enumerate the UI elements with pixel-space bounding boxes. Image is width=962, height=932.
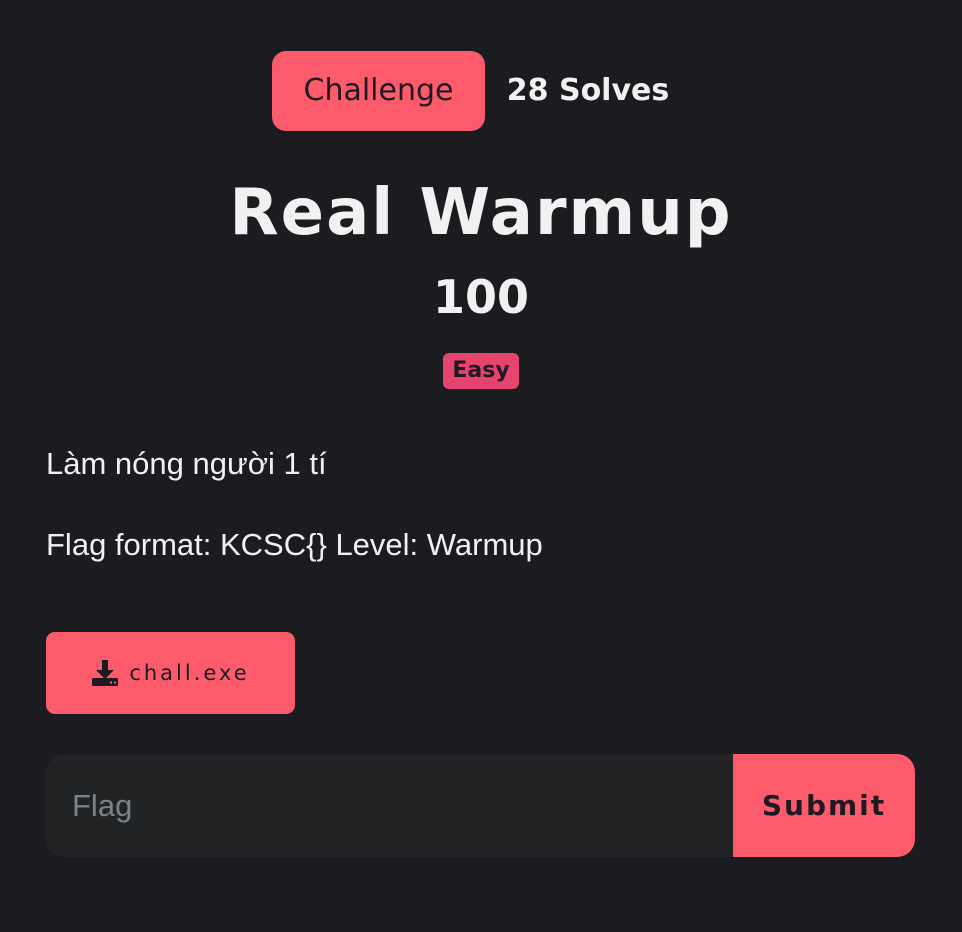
file-download-button[interactable]: chall.exe [46,632,295,714]
difficulty-container: Easy [0,353,962,389]
download-icon [91,659,119,687]
flag-submit-form: Submit [46,754,915,857]
tab-challenge[interactable]: Challenge [272,51,485,131]
submit-button[interactable]: Submit [733,754,915,857]
challenge-points: 100 [432,270,530,324]
file-name: chall.exe [129,661,250,685]
description-line: Làm nóng người 1 tí [46,446,327,481]
tab-solves[interactable]: 28 Solves [503,51,673,131]
challenge-tabs: Challenge 28 Solves [0,0,962,140]
difficulty-badge: Easy [443,353,519,389]
flag-input[interactable] [46,754,733,857]
challenge-title: Real Warmup [229,176,733,250]
description-line: Flag format: KCSC{} Level: Warmup [46,527,543,562]
